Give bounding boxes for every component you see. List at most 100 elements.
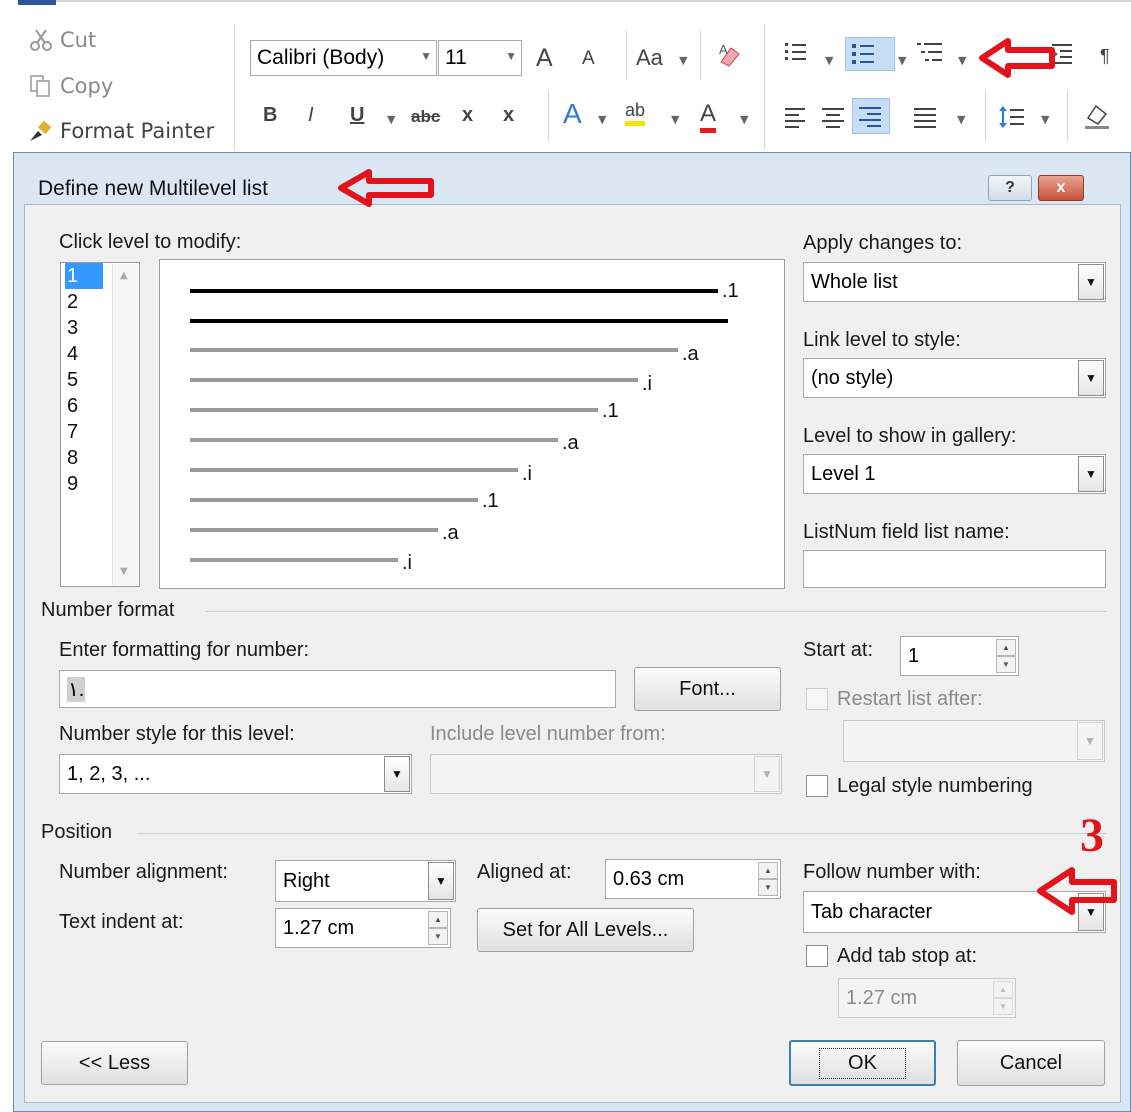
text-indent-spinner[interactable]: ▲ ▼ (428, 911, 448, 945)
less-button[interactable]: << Less (41, 1041, 188, 1085)
clear-formatting-icon[interactable]: A (715, 40, 745, 76)
number-style-select[interactable]: 1, 2, 3, ... ▼ (59, 754, 412, 794)
subscript-button[interactable]: x (462, 104, 473, 127)
align-left-icon[interactable] (783, 104, 809, 134)
spin-down-icon[interactable]: ▼ (758, 879, 778, 896)
bullets-icon[interactable] (783, 38, 811, 72)
chevron-down-icon[interactable]: ▼ (428, 862, 454, 900)
ok-button[interactable]: OK (789, 1040, 936, 1086)
format-painter-button[interactable]: Format Painter (28, 119, 214, 143)
chevron-down-icon[interactable]: ▼ (957, 113, 965, 126)
cut-button[interactable]: Cut (28, 28, 96, 52)
chevron-down-icon[interactable]: ▼ (420, 49, 432, 63)
level-item[interactable]: 7 (65, 419, 103, 445)
line-spacing-icon[interactable] (998, 104, 1028, 136)
level-item[interactable]: 2 (65, 289, 103, 315)
chevron-down-icon[interactable]: ▼ (598, 113, 606, 126)
chevron-down-icon[interactable]: ▼ (1078, 360, 1104, 396)
chevron-down-icon[interactable]: ▼ (825, 54, 833, 67)
level-item[interactable]: 5 (65, 367, 103, 393)
shading-icon[interactable] (1082, 102, 1112, 136)
chevron-down-icon[interactable]: ▼ (754, 756, 780, 792)
change-case-button[interactable]: Aa (636, 45, 663, 71)
chevron-down-icon[interactable]: ▼ (671, 113, 679, 126)
level-item[interactable]: 8 (65, 445, 103, 471)
levels-scrollbar[interactable]: ▲ ▼ (112, 264, 138, 585)
multilevel-list-icon[interactable] (915, 38, 947, 72)
copy-button[interactable]: Copy (28, 74, 113, 98)
link-level-select[interactable]: (no style) ▼ (803, 358, 1106, 398)
chevron-down-icon[interactable]: ▼ (387, 113, 395, 126)
superscript-button[interactable]: x (503, 104, 514, 127)
include-level-select[interactable]: ▼ (430, 754, 782, 794)
number-style-value: 1, 2, 3, ... (67, 762, 151, 785)
font-button[interactable]: Font... (634, 667, 781, 711)
chevron-down-icon[interactable]: ▼ (679, 54, 687, 67)
link-level-label: Link level to style: (803, 329, 961, 351)
scroll-up-icon[interactable]: ▲ (120, 270, 128, 281)
level-item[interactable]: 9 (65, 471, 103, 497)
underline-button[interactable]: U (350, 104, 364, 127)
restart-list-checkbox[interactable] (806, 688, 828, 710)
chevron-down-icon[interactable]: ▼ (1077, 722, 1103, 760)
start-at-spinner[interactable]: ▲ ▼ (996, 639, 1016, 673)
chevron-down-icon[interactable]: ▼ (1078, 456, 1104, 492)
tab-stop-spinner[interactable]: ▲ ▼ (993, 981, 1013, 1015)
add-tab-stop-checkbox[interactable] (806, 945, 828, 967)
font-size-combo[interactable]: 11 ▼ (438, 40, 522, 76)
chevron-down-icon[interactable]: ▼ (1041, 113, 1049, 126)
bold-button[interactable]: B (263, 104, 277, 127)
cancel-button[interactable]: Cancel (957, 1040, 1105, 1086)
align-center-icon[interactable] (820, 104, 846, 134)
chevron-down-icon[interactable]: ▼ (898, 54, 906, 67)
spin-down-icon[interactable]: ▼ (428, 928, 448, 945)
level-item[interactable]: 6 (65, 393, 103, 419)
shrink-font-button[interactable]: A (582, 48, 595, 70)
spin-down-icon[interactable]: ▼ (993, 998, 1013, 1015)
chevron-down-icon[interactable]: ▼ (505, 49, 517, 63)
level-item[interactable]: 4 (65, 341, 103, 367)
levels-list[interactable]: 1 2 3 4 5 6 7 8 9 ▲ ▼ (60, 262, 140, 587)
listnum-input[interactable] (803, 550, 1106, 588)
restart-list-select[interactable]: ▼ (843, 720, 1105, 762)
enter-formatting-input[interactable]: ١. (59, 670, 616, 708)
numbering-icon[interactable] (845, 37, 895, 71)
spin-up-icon[interactable]: ▲ (428, 911, 448, 928)
help-button[interactable]: ? (988, 175, 1032, 201)
font-name-combo[interactable]: Calibri (Body) ▼ (250, 40, 437, 76)
set-all-levels-button[interactable]: Set for All Levels... (477, 908, 694, 952)
align-right-icon[interactable] (852, 98, 890, 134)
level-item[interactable]: 1 (65, 263, 103, 289)
start-at-input[interactable]: 1 ▲ ▼ (900, 636, 1019, 676)
show-formatting-icon[interactable]: ¶ (1100, 46, 1110, 67)
aligned-at-spinner[interactable]: ▲ ▼ (758, 862, 778, 896)
chevron-down-icon[interactable]: ▼ (958, 54, 966, 67)
justify-icon[interactable] (912, 104, 938, 134)
font-color-button[interactable]: A (700, 100, 717, 133)
legal-style-checkbox[interactable] (806, 775, 828, 797)
aligned-at-input[interactable]: 0.63 cm ▲ ▼ (605, 859, 781, 899)
level-item[interactable]: 3 (65, 315, 103, 341)
spin-down-icon[interactable]: ▼ (996, 656, 1016, 673)
grow-font-button[interactable]: A (536, 44, 553, 73)
gallery-level-select[interactable]: Level 1 ▼ (803, 454, 1106, 494)
help-icon: ? (1005, 179, 1015, 196)
spin-up-icon[interactable]: ▲ (758, 862, 778, 879)
text-effects-button[interactable]: A (563, 98, 582, 130)
apply-changes-select[interactable]: Whole list ▼ (803, 262, 1106, 302)
highlight-button[interactable]: ab (625, 100, 646, 126)
spin-up-icon[interactable]: ▲ (993, 981, 1013, 998)
listnum-label: ListNum field list name: (803, 521, 1010, 543)
spin-up-icon[interactable]: ▲ (996, 639, 1016, 656)
chevron-down-icon[interactable]: ▼ (740, 113, 748, 126)
italic-button[interactable]: I (308, 104, 314, 127)
chevron-down-icon[interactable]: ▼ (384, 756, 410, 792)
scroll-down-icon[interactable]: ▼ (120, 566, 128, 577)
add-tab-stop-input[interactable]: 1.27 cm ▲ ▼ (838, 978, 1016, 1018)
chevron-down-icon[interactable]: ▼ (1078, 264, 1104, 300)
group-divider (205, 611, 1107, 612)
number-alignment-select[interactable]: Right ▼ (275, 860, 456, 902)
close-button[interactable]: x (1038, 175, 1084, 201)
strikethrough-button[interactable]: abc (411, 107, 440, 127)
text-indent-input[interactable]: 1.27 cm ▲ ▼ (275, 908, 451, 948)
